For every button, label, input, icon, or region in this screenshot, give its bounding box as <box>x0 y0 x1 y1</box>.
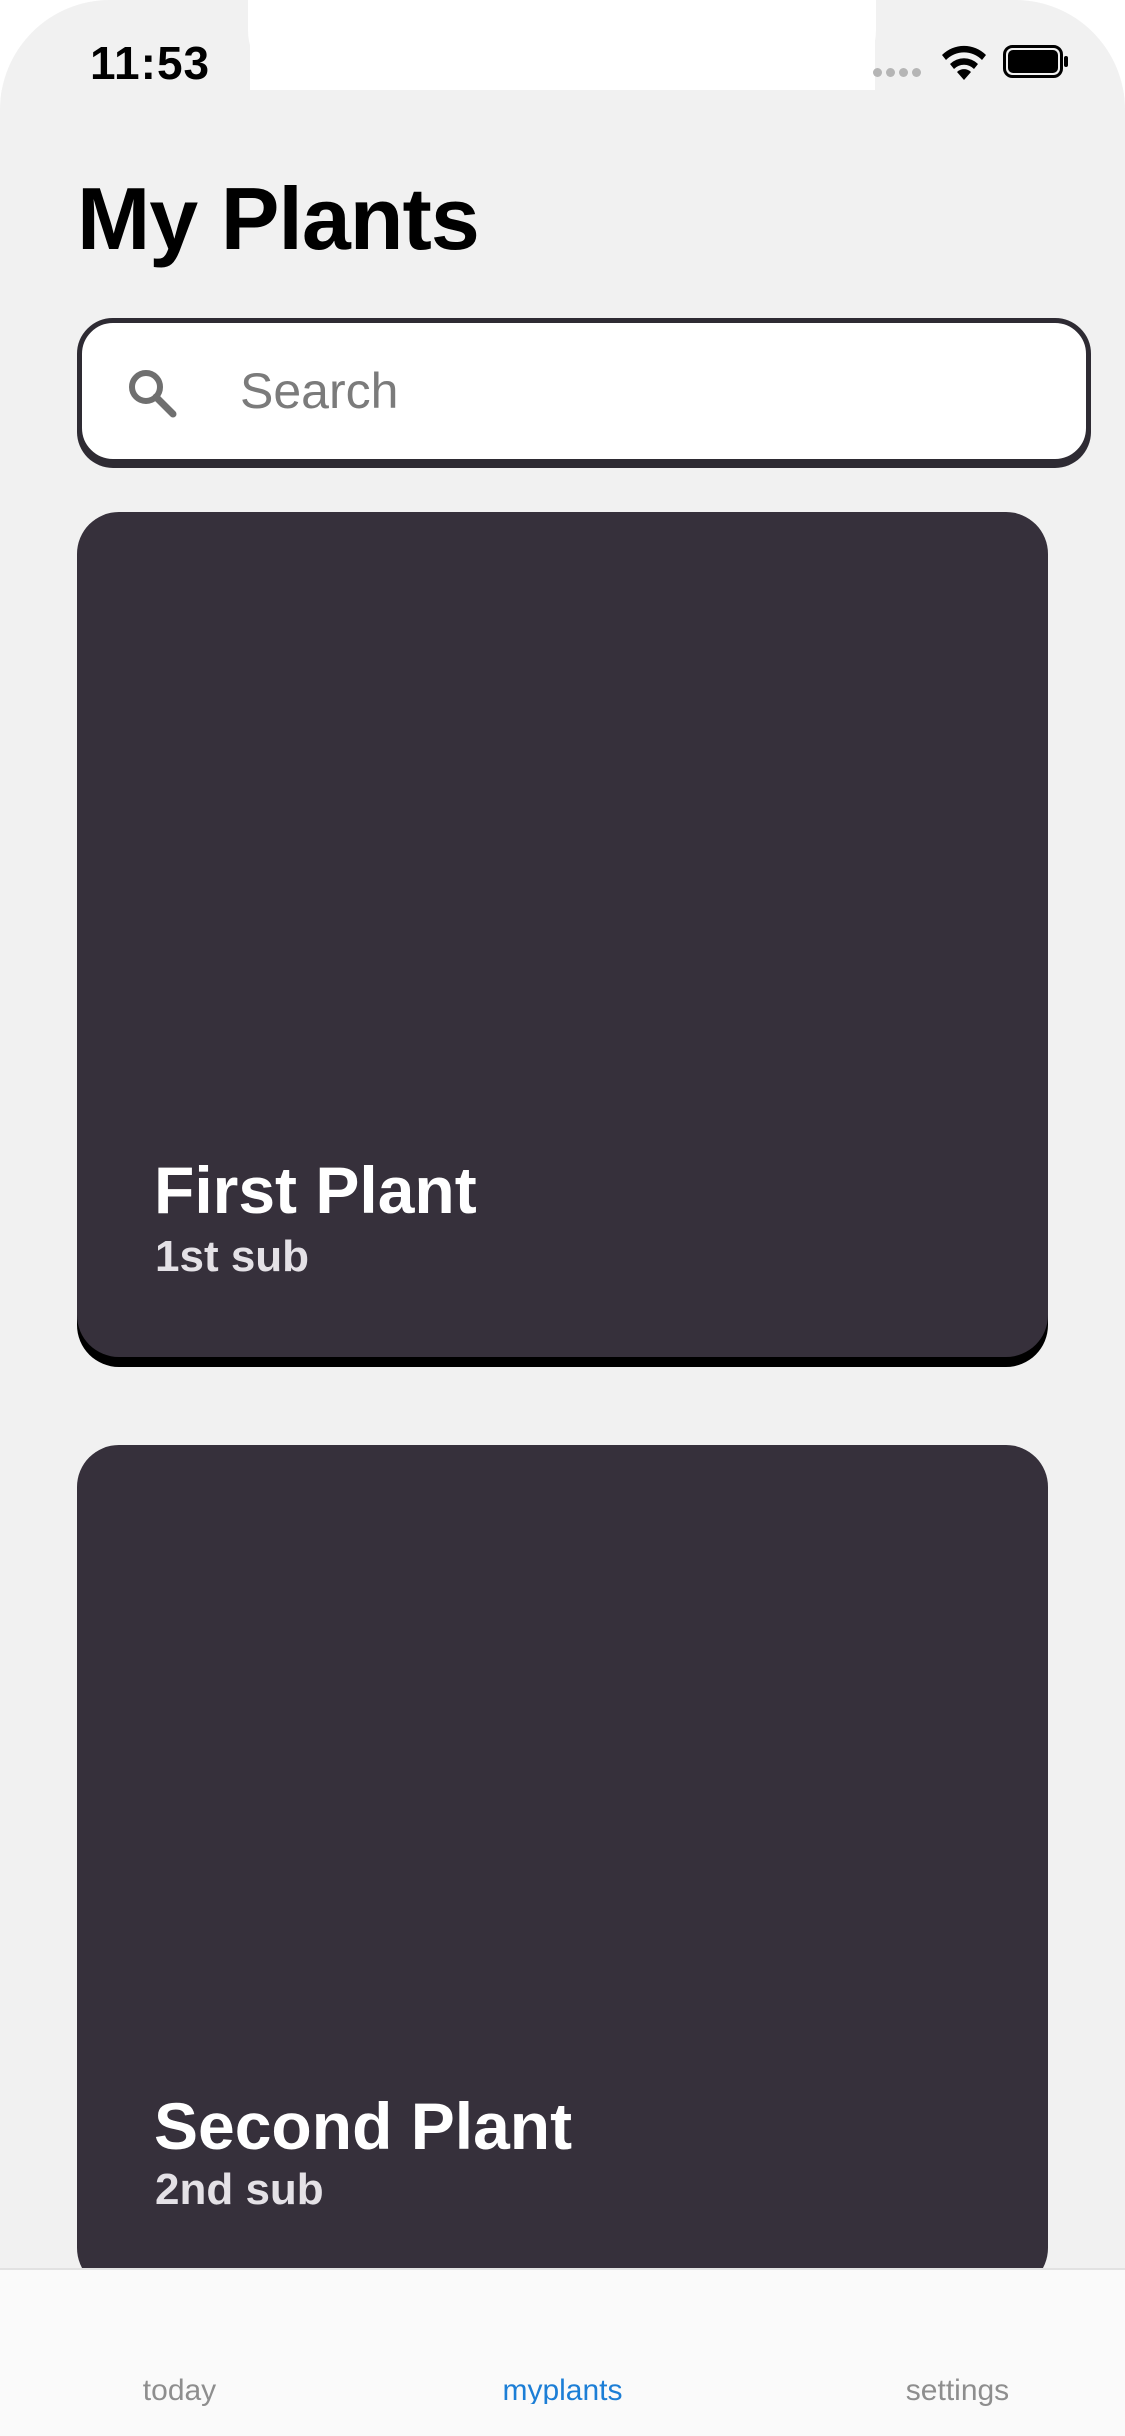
tab-myplants[interactable]: myplants <box>375 2270 750 2436</box>
page-title: My Plants <box>77 169 480 268</box>
search-bar[interactable] <box>77 318 1091 464</box>
search-icon <box>129 370 177 418</box>
status-bar-fill <box>0 90 1125 100</box>
phone-screen: 11:53 My Plants First Plant 1st sub <box>0 0 1125 2436</box>
tab-settings[interactable]: settings <box>750 2270 1125 2436</box>
plant-card-first[interactable]: First Plant 1st sub <box>77 512 1048 1357</box>
tab-label: myplants <box>502 2374 623 2404</box>
battery-icon <box>1003 45 1068 78</box>
tab-label: today <box>142 2374 217 2407</box>
plant-subtitle: 1st sub <box>155 1232 310 1281</box>
cellular-signal-icon <box>873 68 923 78</box>
tab-today[interactable]: today <box>0 2270 375 2436</box>
search-input[interactable] <box>240 353 1040 429</box>
plant-subtitle: 2nd sub <box>155 2165 324 2214</box>
status-bar-right <box>875 0 1125 95</box>
notch <box>248 0 876 90</box>
plant-name: Second Plant <box>154 2089 573 2163</box>
plant-card-second[interactable]: Second Plant 2nd sub <box>77 1445 1048 2290</box>
status-time: 11:53 <box>90 37 211 89</box>
plant-name: First Plant <box>154 1153 477 1227</box>
status-bar: 11:53 <box>0 0 1125 100</box>
tab-bar: today myplants settings <box>0 2268 1125 2436</box>
wifi-icon <box>942 45 986 80</box>
tab-label: settings <box>905 2374 1010 2407</box>
